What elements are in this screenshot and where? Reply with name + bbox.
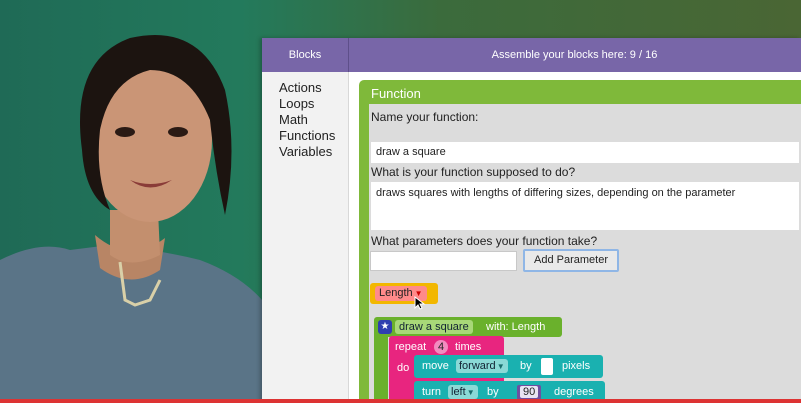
editor-header: Blocks Assemble your blocks here: 9 / 16 bbox=[262, 38, 801, 72]
definition-block-spine bbox=[374, 334, 388, 403]
function-name-field[interactable]: draw a square bbox=[371, 142, 799, 163]
function-description-label: What is your function supposed to do? bbox=[371, 165, 576, 179]
add-parameter-button[interactable]: Add Parameter bbox=[523, 249, 619, 272]
function-dialog-title: Function bbox=[371, 86, 421, 101]
move-block[interactable]: move forward▼ by pixels bbox=[414, 355, 603, 378]
mouse-cursor-icon bbox=[414, 296, 426, 310]
move-by-label: by bbox=[520, 360, 532, 372]
function-description-field[interactable]: draws squares with lengths of differing … bbox=[371, 182, 799, 230]
length-parameter-label: Length bbox=[379, 287, 413, 299]
video-progress-bar[interactable] bbox=[0, 399, 801, 403]
parameter-name-input[interactable] bbox=[370, 251, 517, 271]
workspace-header-label: Assemble your blocks here: 9 / 16 bbox=[491, 49, 658, 61]
blocks-header-label: Blocks bbox=[288, 49, 322, 61]
turn-direction-dropdown[interactable]: left▼ bbox=[448, 385, 478, 399]
dropdown-arrow-icon: ▼ bbox=[466, 388, 475, 397]
move-distance-slot[interactable] bbox=[541, 358, 553, 375]
toolbox-item-variables[interactable]: Variables bbox=[279, 144, 332, 159]
function-name-label: Name your function: bbox=[371, 110, 479, 124]
function-name-pill[interactable]: draw a square bbox=[395, 320, 473, 334]
function-dialog-body: Name your function: draw a square What i… bbox=[369, 104, 801, 403]
presenter-image bbox=[0, 34, 262, 403]
toolbox: Actions Loops Math Functions Variables bbox=[262, 72, 349, 403]
turn-unit-label: degrees bbox=[554, 386, 594, 398]
function-params-label: with: Length bbox=[486, 321, 546, 333]
function-editor-panel: Blocks Assemble your blocks here: 9 / 16… bbox=[262, 38, 801, 403]
star-icon: ★ bbox=[378, 320, 392, 334]
move-direction-dropdown[interactable]: forward▼ bbox=[456, 359, 508, 373]
turn-by-label: by bbox=[487, 386, 499, 398]
toolbox-item-actions[interactable]: Actions bbox=[279, 80, 322, 95]
do-label: do bbox=[397, 362, 410, 374]
function-dialog: Function Name your function: draw a squa… bbox=[359, 80, 801, 403]
repeat-count-input[interactable]: 4 bbox=[434, 340, 449, 354]
length-parameter-block[interactable]: Length ▼ bbox=[370, 283, 438, 304]
toolbox-item-functions[interactable]: Functions bbox=[279, 128, 335, 143]
toolbox-item-loops[interactable]: Loops bbox=[279, 96, 314, 111]
dropdown-arrow-icon: ▼ bbox=[496, 362, 505, 371]
turn-degrees-input[interactable]: 90 bbox=[517, 385, 542, 400]
turn-label: turn bbox=[422, 386, 441, 398]
move-unit-label: pixels bbox=[562, 360, 591, 372]
turn-degrees-value: 90 bbox=[520, 386, 539, 398]
function-parameters-label: What parameters does your function take? bbox=[371, 234, 598, 248]
move-label: move bbox=[422, 360, 449, 372]
repeat-label: repeat bbox=[395, 341, 427, 353]
turn-direction-value: left bbox=[451, 386, 466, 398]
workspace: Function Name your function: draw a squa… bbox=[349, 72, 801, 403]
times-label: times bbox=[455, 341, 482, 353]
function-definition-block[interactable]: ★ draw a square with: Length bbox=[374, 317, 562, 337]
toolbox-item-math[interactable]: Math bbox=[279, 112, 308, 127]
move-direction-value: forward bbox=[459, 360, 496, 372]
